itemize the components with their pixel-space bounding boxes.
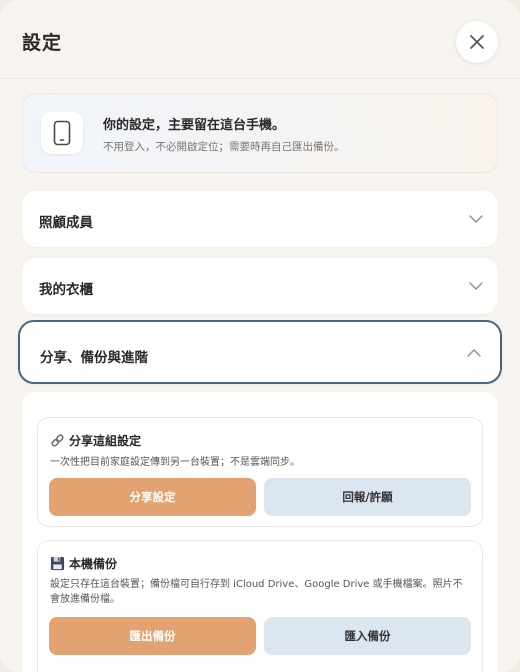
backup-card-title: 本機備份 xyxy=(69,557,118,571)
settings-sheet: 設定 你的設定，主要留在這台手機。 不用登入，不必開啟定位；需要時再自己匯出備份… xyxy=(0,0,520,672)
phone-icon-box xyxy=(41,112,83,154)
close-icon xyxy=(470,35,484,49)
link-icon xyxy=(51,434,64,447)
page-title: 設定 xyxy=(22,32,63,54)
chevron-down-icon xyxy=(469,215,483,223)
backup-card-title-row: 本機備份 xyxy=(50,555,117,572)
floppy-disk-icon xyxy=(50,556,65,571)
section-label: 照顧成員 xyxy=(39,215,93,231)
feedback-button[interactable]: 回報/許願 xyxy=(264,478,471,516)
header: 設定 xyxy=(0,0,520,79)
close-button[interactable] xyxy=(456,21,498,63)
share-card-description: 一次性把目前家庭設定傳到另一台裝置；不是雲端同步。 xyxy=(50,457,300,468)
section-share-backup-advanced[interactable]: 分享、備份與進階 xyxy=(18,320,502,384)
info-title: 你的設定，主要留在這台手機。 xyxy=(103,118,286,133)
share-settings-button[interactable]: 分享設定 xyxy=(49,478,256,516)
export-backup-button[interactable]: 匯出備份 xyxy=(49,617,256,655)
share-settings-card: 分享這組設定 一次性把目前家庭設定傳到另一台裝置；不是雲端同步。 分享設定 回報… xyxy=(37,417,483,527)
section-my-wardrobe[interactable]: 我的衣櫃 xyxy=(22,258,498,314)
info-subtitle: 不用登入，不必開啟定位；需要時再自己匯出備份。 xyxy=(103,141,345,153)
advanced-panel: 分享這組設定 一次性把目前家庭設定傳到另一台裝置；不是雲端同步。 分享設定 回報… xyxy=(22,392,498,672)
local-backup-card: 本機備份 設定只存在這台裝置；備份檔可自行存到 iCloud Drive、Goo… xyxy=(37,540,483,672)
section-label: 分享、備份與進階 xyxy=(40,350,148,366)
privacy-info-card: 你的設定，主要留在這台手機。 不用登入，不必開啟定位；需要時再自己匯出備份。 xyxy=(22,93,498,173)
section-care-members[interactable]: 照顧成員 xyxy=(22,191,498,247)
phone-icon xyxy=(53,120,71,146)
chevron-up-icon xyxy=(467,349,481,357)
share-card-title: 分享這組設定 xyxy=(69,434,142,448)
backup-card-description: 設定只存在這台裝置；備份檔可自行存到 iCloud Drive、Google D… xyxy=(50,579,463,605)
section-label: 我的衣櫃 xyxy=(39,282,93,298)
import-backup-button[interactable]: 匯入備份 xyxy=(264,617,471,655)
share-card-title-row: 分享這組設定 xyxy=(50,432,141,449)
chevron-down-icon xyxy=(469,282,483,290)
